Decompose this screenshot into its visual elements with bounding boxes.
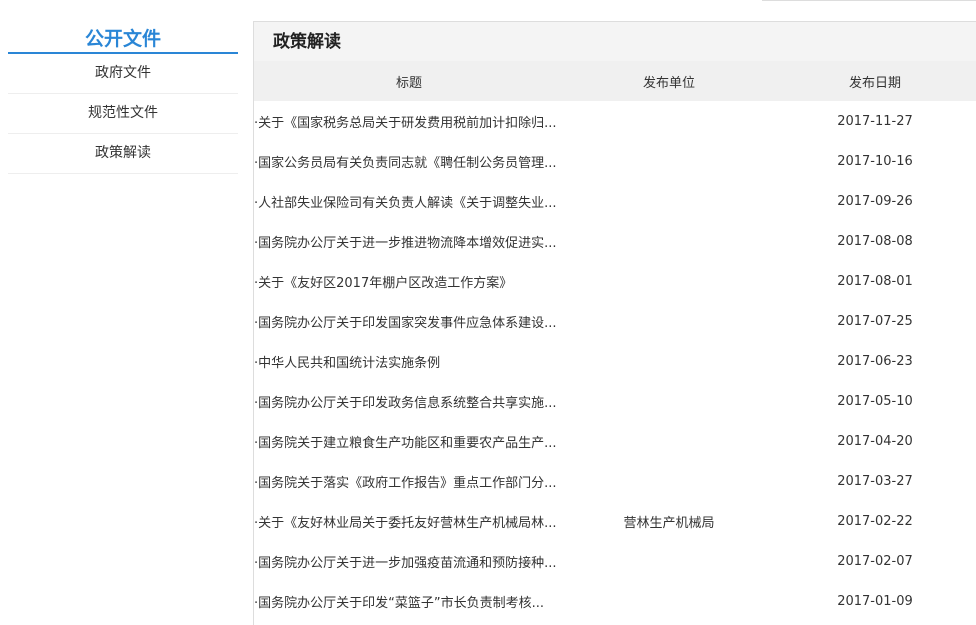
sidebar-item-policy-interpretation[interactable]: 政策解读 — [8, 134, 238, 174]
row-title-cell: ·国家公务员局有关负责同志就《聘任制公务员管理... — [254, 141, 564, 181]
publishing-unit — [564, 181, 774, 221]
publishing-unit — [564, 301, 774, 341]
publish-date: 2017-06-23 — [837, 353, 913, 369]
publishing-unit: 营林生产机械局 — [623, 515, 715, 531]
publishing-unit — [564, 461, 774, 501]
table-row: ·中华人民共和国统计法实施条例 2017-06-23 — [254, 341, 976, 381]
row-title-cell: ·国务院办公厅关于印发国家突发事件应急体系建设... — [254, 301, 564, 341]
publishing-unit — [564, 581, 774, 621]
row-title-cell: ·国务院办公厅关于印发政务信息系统整合共享实施... — [254, 381, 564, 421]
document-title-link[interactable]: ·中华人民共和国统计法实施条例 — [254, 356, 440, 371]
main-panel: 政策解读 标题 发布单位 发布日期 ·关于《国家税务总局关于研发费用税前加计扣除… — [253, 21, 976, 625]
document-title-link[interactable]: ·国务院关于建立粮食生产功能区和重要农产品生产... — [254, 436, 557, 451]
publish-date: 2017-10-16 — [837, 153, 913, 169]
row-title-cell: ·关于《友好林业局关于委托友好营林生产机械局林... — [254, 501, 564, 541]
table-row: ·关于《国家税务总局关于研发费用税前加计扣除归... 2017-11-27 — [254, 101, 976, 141]
table-row: ·关于《友好林业局关于委托友好营林生产机械局林... 营林生产机械局 2017-02… — [254, 501, 976, 541]
document-title-link[interactable]: ·关于《友好区2017年棚户区改造工作方案》 — [254, 276, 512, 291]
publish-date: 2017-04-20 — [837, 433, 913, 449]
publish-date: 2017-07-25 — [837, 313, 913, 329]
publish-date: 2017-02-07 — [837, 553, 913, 569]
table-row: ·国务院办公厅关于印发国家突发事件应急体系建设... 2017-07-25 — [254, 301, 976, 341]
table-body: ·关于《国家税务总局关于研发费用税前加计扣除归... 2017-11-27 ·国家公… — [254, 101, 976, 621]
publish-date: 2017-09-26 — [837, 193, 913, 209]
document-title-link[interactable]: ·国务院办公厅关于印发“菜篮子”市长负责制考核... — [254, 596, 544, 611]
table-row: ·国务院办公厅关于印发政务信息系统整合共享实施... 2017-05-10 — [254, 381, 976, 421]
table-row: ·关于《友好区2017年棚户区改造工作方案》 2017-08-01 — [254, 261, 976, 301]
document-table: 标题 发布单位 发布日期 ·关于《国家税务总局关于研发费用税前加计扣除归... 2… — [254, 61, 976, 621]
document-title-link[interactable]: ·国务院办公厅关于进一步推进物流降本增效促进实... — [254, 236, 557, 251]
publish-date: 2017-11-27 — [837, 113, 913, 129]
column-header-date: 发布日期 — [774, 61, 976, 101]
row-title-cell: ·人社部失业保险司有关负责人解读《关于调整失业... — [254, 181, 564, 221]
publish-date: 2017-03-27 — [837, 473, 913, 489]
publishing-unit — [564, 541, 774, 581]
row-title-cell: ·国务院关于落实《政府工作报告》重点工作部门分... — [254, 461, 564, 501]
publishing-unit — [564, 101, 774, 141]
table-row: ·国务院办公厅关于进一步推进物流降本增效促进实... 2017-08-08 — [254, 221, 976, 261]
sidebar: 公开文件 政府文件 规范性文件 政策解读 — [8, 26, 238, 174]
sidebar-item-normative-documents[interactable]: 规范性文件 — [8, 94, 238, 134]
column-header-unit: 发布单位 — [564, 61, 774, 101]
row-title-cell: ·中华人民共和国统计法实施条例 — [254, 341, 564, 381]
publish-date: 2017-05-10 — [837, 393, 913, 409]
publishing-unit — [564, 261, 774, 301]
publishing-unit — [564, 381, 774, 421]
row-title-cell: ·国务院办公厅关于印发“菜篮子”市长负责制考核... — [254, 581, 564, 621]
document-title-link[interactable]: ·国家公务员局有关负责同志就《聘任制公务员管理... — [254, 156, 557, 171]
publishing-unit — [564, 341, 774, 381]
table-row: ·国家公务员局有关负责同志就《聘任制公务员管理... 2017-10-16 — [254, 141, 976, 181]
table-row: ·国务院关于建立粮食生产功能区和重要农产品生产... 2017-04-20 — [254, 421, 976, 461]
document-title-link[interactable]: ·国务院关于落实《政府工作报告》重点工作部门分... — [254, 476, 557, 491]
document-title-link[interactable]: ·国务院办公厅关于进一步加强疫苗流通和预防接种... — [254, 556, 557, 571]
publish-date: 2017-08-08 — [837, 233, 913, 249]
publishing-unit — [564, 221, 774, 261]
document-title-link[interactable]: ·人社部失业保险司有关负责人解读《关于调整失业... — [254, 196, 557, 211]
top-divider — [762, 0, 976, 1]
publishing-unit — [564, 421, 774, 461]
publish-date: 2017-08-01 — [837, 273, 913, 289]
document-title-link[interactable]: ·关于《友好林业局关于委托友好营林生产机械局林... — [254, 516, 557, 531]
page-title: 政策解读 — [254, 22, 976, 61]
column-header-title: 标题 — [254, 61, 564, 101]
table-row: ·国务院办公厅关于进一步加强疫苗流通和预防接种... 2017-02-07 — [254, 541, 976, 581]
publish-date: 2017-02-22 — [837, 513, 913, 529]
row-title-cell: ·国务院办公厅关于进一步推进物流降本增效促进实... — [254, 221, 564, 261]
document-title-link[interactable]: ·国务院办公厅关于印发政务信息系统整合共享实施... — [254, 396, 557, 411]
sidebar-title: 公开文件 — [8, 26, 238, 54]
table-row: ·人社部失业保险司有关负责人解读《关于调整失业... 2017-09-26 — [254, 181, 976, 221]
row-title-cell: ·关于《国家税务总局关于研发费用税前加计扣除归... — [254, 101, 564, 141]
table-header: 标题 发布单位 发布日期 — [254, 61, 976, 101]
table-row: ·国务院关于落实《政府工作报告》重点工作部门分... 2017-03-27 — [254, 461, 976, 501]
table-row: ·国务院办公厅关于印发“菜篮子”市长负责制考核... 2017-01-09 — [254, 581, 976, 621]
publish-date: 2017-01-09 — [837, 593, 913, 609]
row-title-cell: ·国务院关于建立粮食生产功能区和重要农产品生产... — [254, 421, 564, 461]
document-title-link[interactable]: ·关于《国家税务总局关于研发费用税前加计扣除归... — [254, 116, 557, 131]
publishing-unit — [564, 141, 774, 181]
row-title-cell: ·国务院办公厅关于进一步加强疫苗流通和预防接种... — [254, 541, 564, 581]
sidebar-item-government-documents[interactable]: 政府文件 — [8, 54, 238, 94]
document-title-link[interactable]: ·国务院办公厅关于印发国家突发事件应急体系建设... — [254, 316, 557, 331]
row-title-cell: ·关于《友好区2017年棚户区改造工作方案》 — [254, 261, 564, 301]
